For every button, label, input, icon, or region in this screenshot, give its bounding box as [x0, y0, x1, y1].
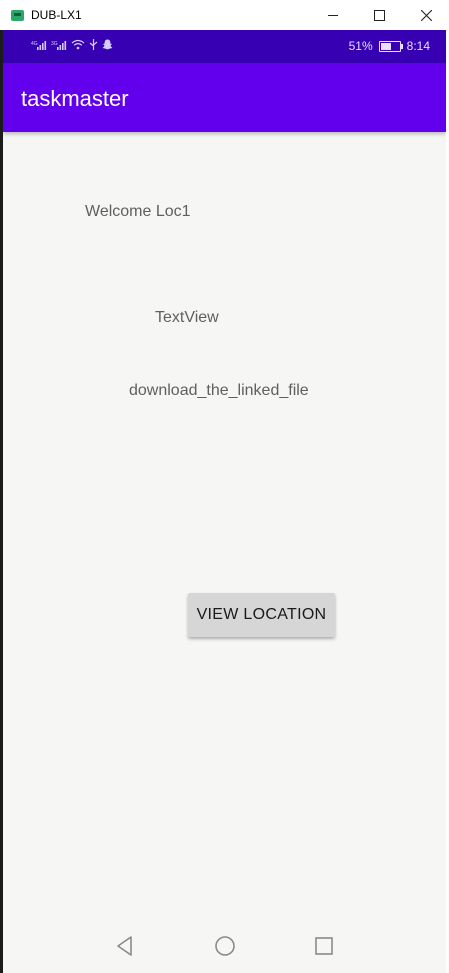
app-title: taskmaster — [21, 86, 129, 111]
recents-icon — [315, 937, 333, 955]
signal1-label: 4G — [31, 41, 38, 47]
maximize-button[interactable] — [356, 0, 402, 30]
recents-button[interactable] — [309, 931, 339, 961]
back-icon — [117, 936, 132, 956]
usb-icon — [89, 39, 98, 52]
battery-icon — [378, 40, 403, 52]
back-button[interactable] — [110, 931, 140, 961]
maximize-icon — [373, 9, 385, 21]
welcome-text: Welcome Loc1 — [85, 203, 191, 220]
signal-icon: 4G — [31, 40, 47, 52]
close-icon — [420, 9, 432, 21]
home-icon — [215, 936, 235, 956]
battery-percent: 51% — [348, 39, 373, 53]
textview-text: TextView — [155, 309, 219, 326]
app-bar: taskmaster — [3, 63, 446, 132]
home-button[interactable] — [210, 931, 240, 961]
status-time: 8:14 — [406, 39, 430, 53]
window-title: DUB-LX1 — [31, 8, 82, 22]
signal-icon: 3G — [51, 40, 67, 52]
wifi-icon — [71, 39, 85, 52]
snapchat-icon — [102, 39, 113, 52]
window-title-bar: DUB-LX1 — [0, 0, 449, 30]
battery-fill — [380, 42, 391, 50]
status-bar: 4G 3G 51% 8:14 — [3, 30, 446, 63]
minimize-button[interactable] — [310, 0, 356, 30]
close-button[interactable] — [403, 0, 449, 30]
minimize-icon — [328, 14, 338, 16]
signal2-label: 3G — [51, 41, 58, 47]
download-link-text[interactable]: download_the_linked_file — [129, 382, 309, 400]
android-device-icon — [11, 9, 24, 21]
view-location-button[interactable]: VIEW LOCATION — [188, 593, 335, 637]
navigation-bar — [3, 921, 446, 973]
phone-screen: 4G 3G 51% 8:14 taskmaster Welcome Loc1 T… — [3, 30, 446, 973]
